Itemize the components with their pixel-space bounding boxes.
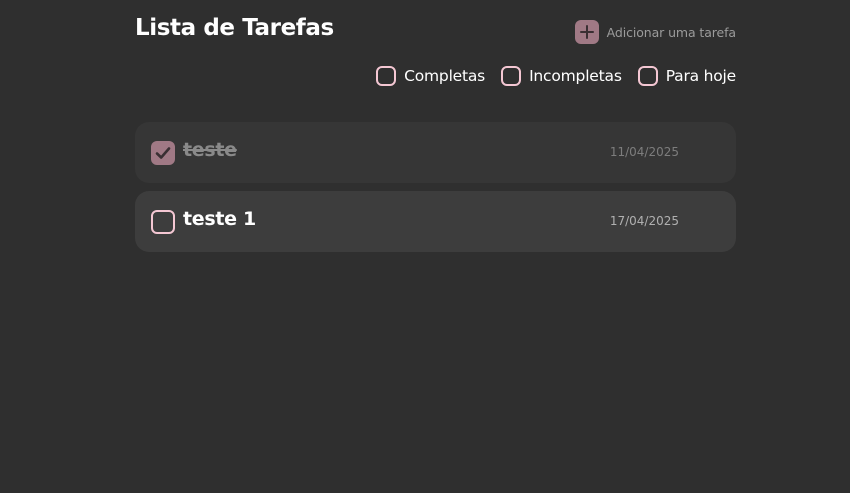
page-title: Lista de Tarefas [135, 15, 334, 41]
task-date: 11/04/2025 [609, 145, 679, 159]
task-checkbox[interactable] [151, 210, 175, 234]
filter-completas[interactable]: Completas [376, 66, 485, 86]
add-task-button[interactable]: Adicionar uma tarefa [574, 20, 736, 44]
plus-icon[interactable] [574, 20, 599, 44]
filter-incompletas-label[interactable]: Incompletas [529, 67, 622, 85]
task-date: 17/04/2025 [609, 214, 679, 228]
task-list: teste 11/04/2025 teste 1 17/04/2025 [135, 122, 736, 260]
filter-incompletas[interactable]: Incompletas [501, 66, 622, 86]
task-item[interactable]: teste 11/04/2025 [135, 122, 736, 183]
task-item[interactable]: teste 1 17/04/2025 [135, 191, 736, 252]
filter-para-hoje[interactable]: Para hoje [637, 66, 736, 86]
task-checkbox-checked[interactable] [151, 141, 175, 165]
header: Lista de Tarefas Adicionar uma tarefa [135, 0, 736, 60]
filter-bar: Completas Incompletas Para hoje [376, 66, 736, 86]
task-title: teste 1 [183, 208, 256, 230]
filter-para-hoje-checkbox[interactable] [637, 66, 658, 86]
filter-incompletas-checkbox[interactable] [501, 66, 522, 86]
check-icon [155, 147, 171, 159]
filter-para-hoje-label[interactable]: Para hoje [666, 67, 736, 85]
filter-completas-checkbox[interactable] [376, 66, 397, 86]
filter-completas-label[interactable]: Completas [404, 67, 485, 85]
task-title: teste [183, 139, 237, 161]
add-task-label[interactable]: Adicionar uma tarefa [607, 25, 736, 40]
app-container: Lista de Tarefas Adicionar uma tarefa Co… [135, 0, 736, 252]
